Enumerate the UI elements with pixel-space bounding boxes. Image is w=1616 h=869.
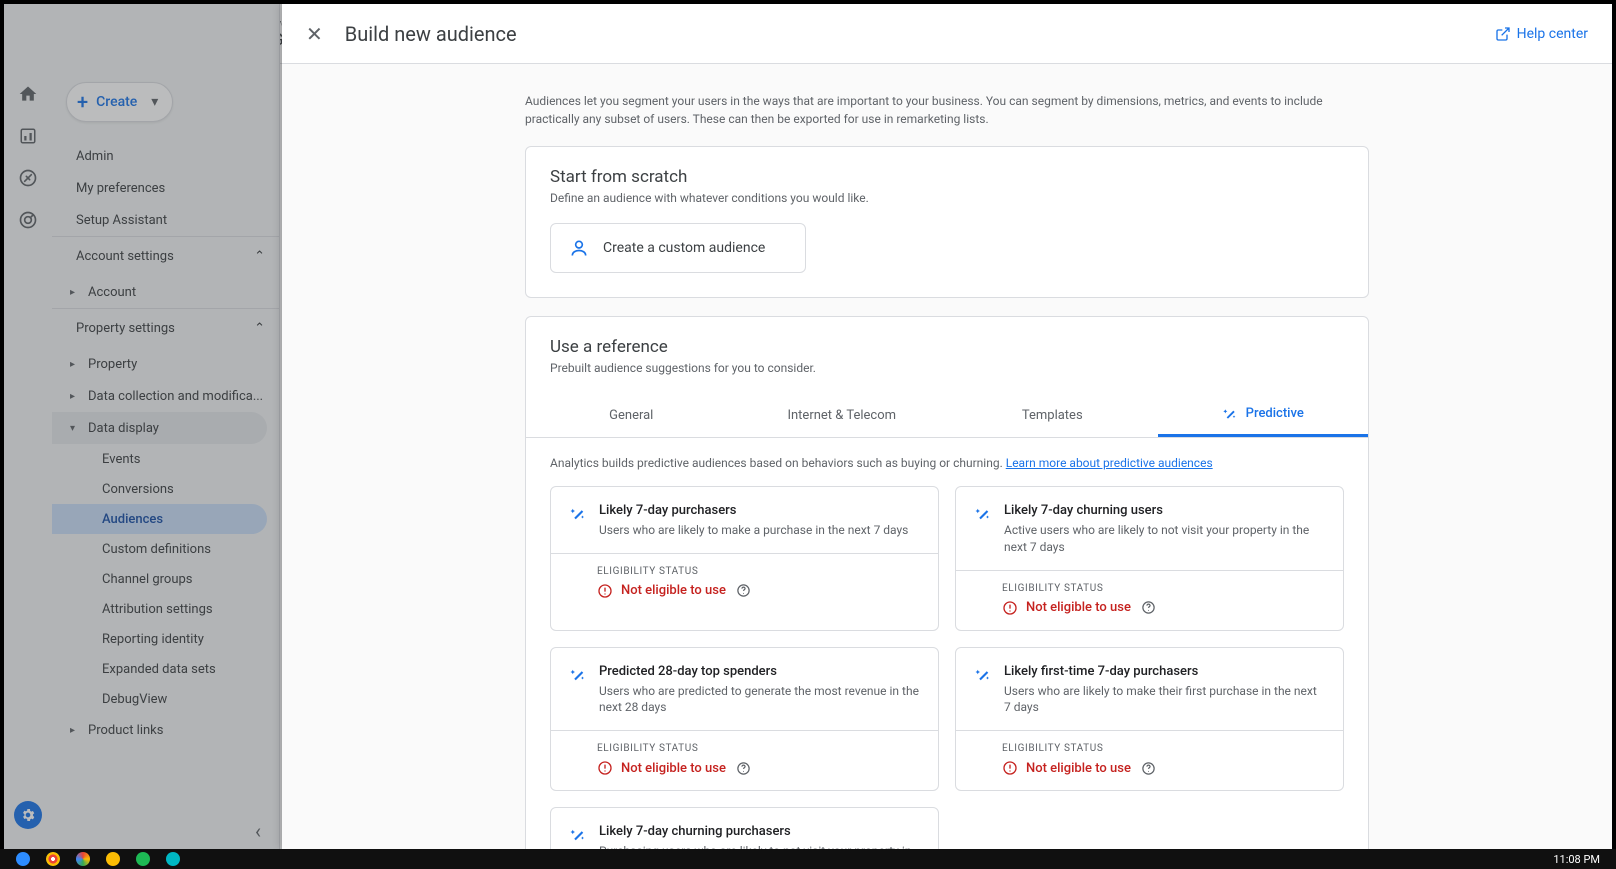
eligibility-label: ELIGIBILITY STATUS — [597, 743, 920, 754]
taskbar-app-icon[interactable] — [158, 850, 188, 868]
card-description: Active users who are likely to not visit… — [1004, 522, 1325, 556]
tab-predictive[interactable]: Predictive — [1158, 393, 1369, 437]
open-in-new-icon — [1495, 26, 1511, 42]
create-custom-audience-button[interactable]: Create a custom audience — [550, 223, 806, 273]
close-icon[interactable]: ✕ — [306, 22, 323, 46]
tab-templates[interactable]: Templates — [947, 393, 1158, 437]
build-audience-panel: ✕ Build new audience Help center Audienc… — [282, 4, 1612, 849]
eligibility-status: Not eligible to use — [1026, 600, 1131, 615]
predictive-description: Analytics builds predictive audiences ba… — [550, 456, 1344, 470]
panel-title: Build new audience — [345, 22, 517, 46]
eligibility-label: ELIGIBILITY STATUS — [1002, 583, 1325, 594]
eligibility-status: Not eligible to use — [621, 583, 726, 598]
reference-title: Use a reference — [550, 337, 1344, 357]
tab-internet-telecom[interactable]: Internet & Telecom — [737, 393, 948, 437]
magic-wand-icon — [1222, 406, 1238, 422]
taskbar-app-icon[interactable] — [8, 850, 38, 868]
card-title: Likely 7-day churning users — [1004, 503, 1325, 518]
eligibility-status: Not eligible to use — [1026, 761, 1131, 776]
error-icon — [597, 583, 613, 599]
modal-scrim[interactable] — [4, 4, 282, 849]
card-description: Users who are predicted to generate the … — [599, 683, 920, 717]
predictive-card[interactable]: Likely first-time 7-day purchasers Users … — [955, 647, 1344, 792]
card-description: Users who are likely to make their first… — [1004, 683, 1325, 717]
help-icon[interactable] — [736, 761, 751, 776]
eligibility-label: ELIGIBILITY STATUS — [1002, 743, 1325, 754]
eligibility-label: ELIGIBILITY STATUS — [597, 566, 920, 577]
predictive-card[interactable]: Predicted 28-day top spenders Users who a… — [550, 647, 939, 792]
use-reference-card: Use a reference Prebuilt audience sugges… — [525, 316, 1369, 849]
system-clock[interactable]: 11:08 PM — [1553, 853, 1608, 866]
panel-header: ✕ Build new audience Help center — [282, 4, 1612, 64]
taskbar-app-icon[interactable] — [98, 850, 128, 868]
panel-body[interactable]: Audiences let you segment your users in … — [282, 64, 1612, 849]
taskbar-app-icon[interactable] — [68, 850, 98, 868]
taskbar-app-icon[interactable] — [128, 850, 158, 868]
help-center-link[interactable]: Help center — [1495, 26, 1588, 42]
scratch-title: Start from scratch — [550, 167, 1344, 187]
reference-tabs: General Internet & Telecom Templates Pre… — [526, 393, 1368, 438]
error-icon — [1002, 600, 1018, 616]
error-icon — [1002, 760, 1018, 776]
help-icon[interactable] — [736, 583, 751, 598]
eligibility-status: Not eligible to use — [621, 761, 726, 776]
intro-text: Audiences let you segment your users in … — [525, 92, 1369, 128]
start-from-scratch-card: Start from scratch Define an audience wi… — [525, 146, 1369, 298]
predictive-card[interactable]: Likely 7-day churning users Active users … — [955, 486, 1344, 631]
error-icon — [597, 760, 613, 776]
card-description: Users who are likely to make a purchase … — [599, 522, 908, 539]
card-title: Predicted 28-day top spenders — [599, 664, 920, 679]
reference-subtitle: Prebuilt audience suggestions for you to… — [550, 361, 1344, 375]
card-title: Likely first-time 7-day purchasers — [1004, 664, 1325, 679]
magic-wand-icon — [569, 666, 587, 684]
scratch-subtitle: Define an audience with whatever conditi… — [550, 191, 1344, 205]
taskbar-app-icon[interactable] — [38, 850, 68, 868]
tab-general[interactable]: General — [526, 393, 737, 437]
person-icon — [569, 238, 589, 258]
predictive-card[interactable]: Likely 7-day churning purchasersPurchasi… — [550, 807, 939, 849]
help-icon[interactable] — [1141, 761, 1156, 776]
card-title: Likely 7-day churning purchasers — [599, 824, 920, 839]
predictive-card[interactable]: Likely 7-day purchasers Users who are lik… — [550, 486, 939, 631]
os-taskbar: 11:08 PM — [0, 849, 1616, 869]
learn-more-link[interactable]: Learn more about predictive audiences — [1006, 456, 1213, 470]
magic-wand-icon — [974, 666, 992, 684]
card-title: Likely 7-day purchasers — [599, 503, 908, 518]
help-icon[interactable] — [1141, 600, 1156, 615]
magic-wand-icon — [569, 505, 587, 523]
magic-wand-icon — [974, 505, 992, 523]
magic-wand-icon — [569, 826, 587, 844]
